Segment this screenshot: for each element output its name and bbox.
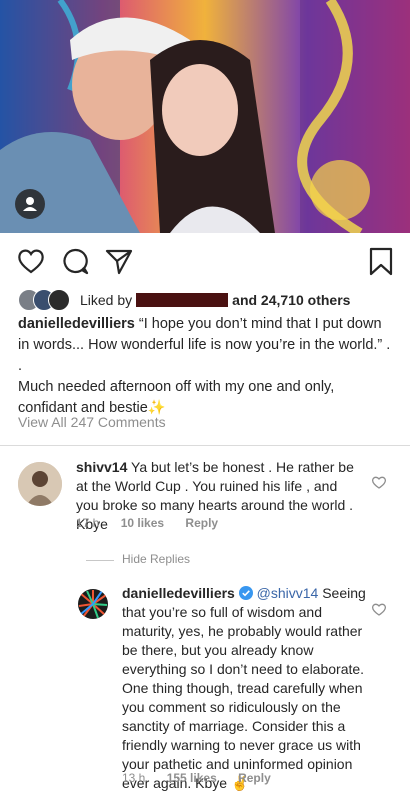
reply-likes[interactable]: 155 likes [167,771,217,785]
share-icon[interactable] [104,246,134,276]
mention-link[interactable]: @shivv14 [257,585,319,601]
likes-row[interactable]: Liked by and 24,710 others [18,289,398,311]
comment-meta: 17 h 10 likes Reply [76,516,236,530]
view-all-comments-link[interactable]: View All 247 Comments [18,414,166,430]
comment-likes[interactable]: 10 likes [121,516,164,530]
avatar [78,589,108,619]
tagged-user-badge[interactable] [15,189,45,219]
hide-replies-button[interactable]: Hide Replies [122,552,190,566]
bookmark-icon[interactable] [366,246,396,276]
user-icon [23,197,37,211]
reply-time: 13 h [122,771,146,785]
reply-meta: 13 h 155 likes Reply [122,771,289,785]
caption-dot: . [18,358,23,374]
reply-comment: danielledevilliers @shivv14 Seeing that … [122,584,370,793]
comment-username[interactable]: shivv14 [76,459,127,475]
divider [0,445,410,446]
post-caption: danielledevilliers “I hope you don’t min… [18,314,393,419]
reply-button[interactable]: Reply [238,771,271,785]
heart-icon[interactable] [16,246,46,276]
action-bar [0,240,410,280]
liker-avatars [18,289,74,311]
commenter-avatar[interactable] [18,462,62,506]
avatar [18,462,62,506]
divider [86,560,114,561]
comment-like-heart-icon[interactable] [371,601,387,617]
comment-time: 17 h [76,516,100,530]
verified-icon [238,586,253,600]
post-photo[interactable] [0,0,410,233]
caption-username[interactable]: danielledevilliers [18,316,135,332]
reply-avatar[interactable] [78,589,108,619]
comment-like-heart-icon[interactable] [371,474,387,490]
avatar [48,289,70,311]
reply-text: Seeing that you’re so full of wisdom and… [122,585,366,791]
redacted-username [136,293,229,307]
caption-text-2: Much needed afternoon off with my one an… [18,379,335,416]
reply-username[interactable]: danielledevilliers [122,585,235,601]
reply-button[interactable]: Reply [185,516,218,530]
liked-by-text: Liked by and 24,710 others [80,292,351,308]
comment-icon[interactable] [60,246,90,276]
